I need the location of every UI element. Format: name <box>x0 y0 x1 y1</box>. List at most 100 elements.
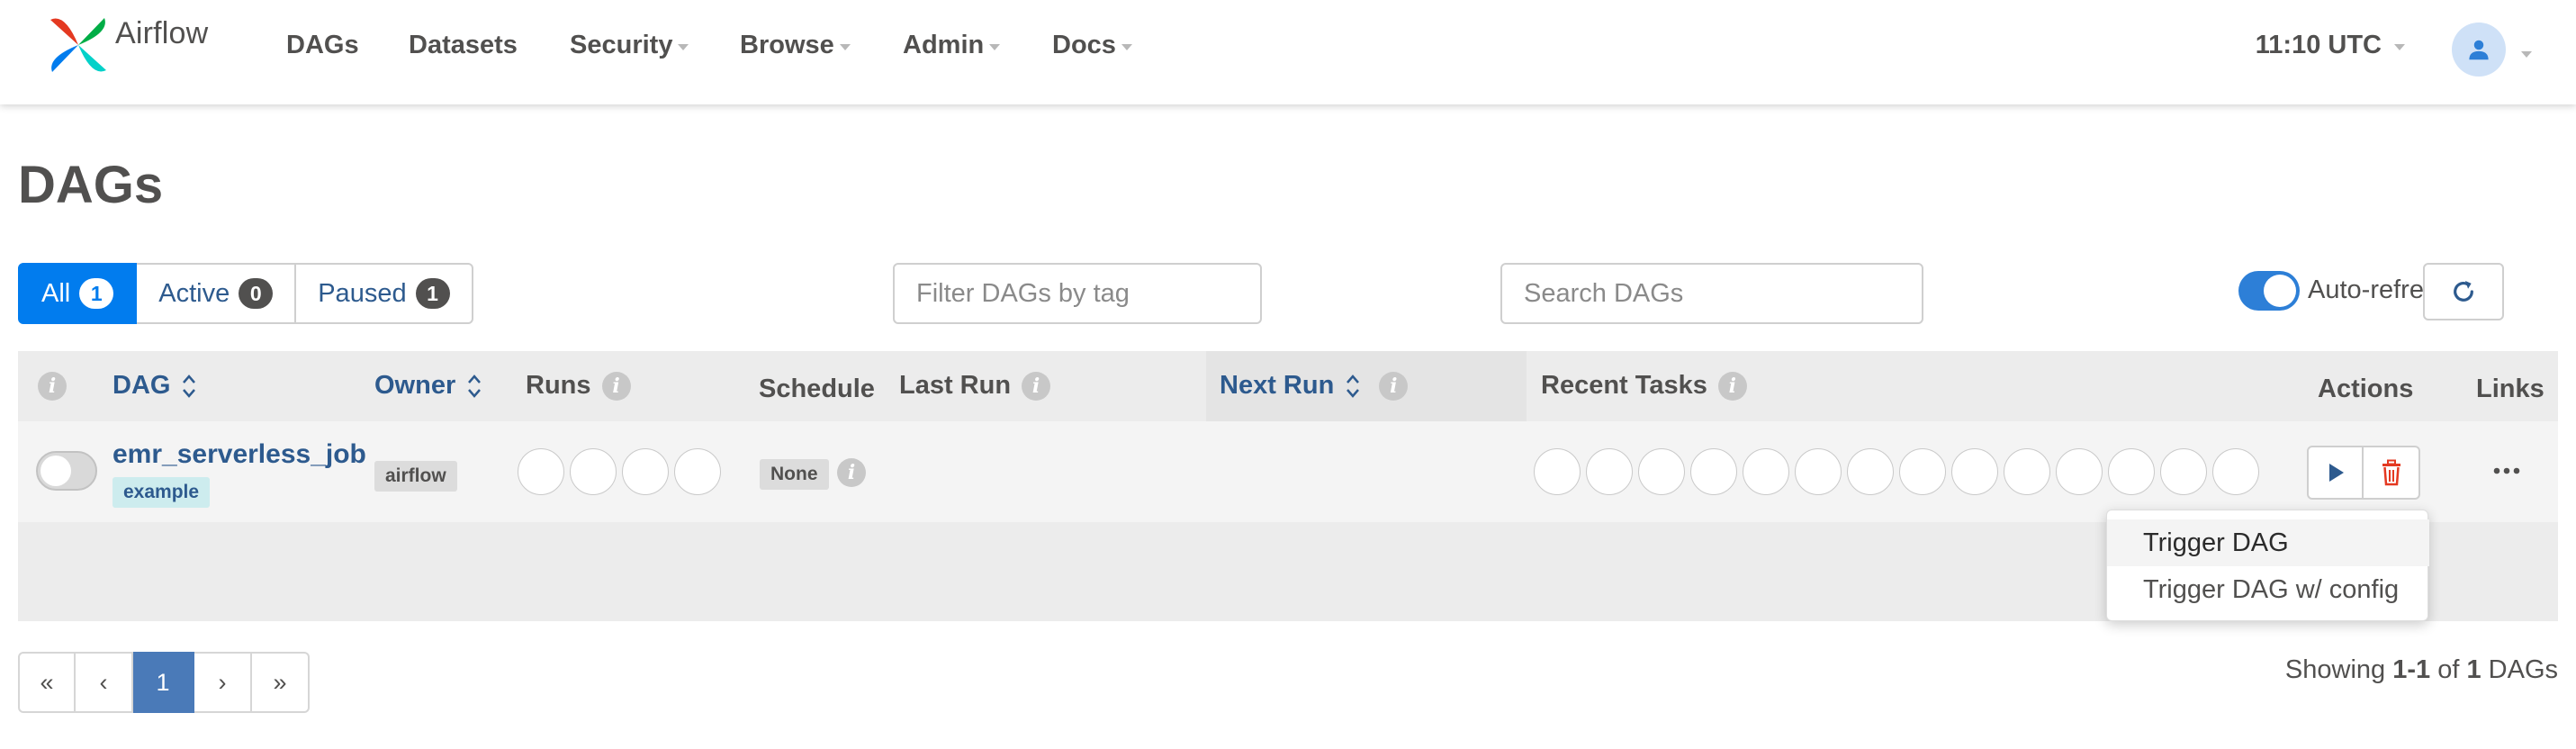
tag-filter-input[interactable] <box>893 263 1262 324</box>
showing-total: 1 <box>2466 655 2481 684</box>
delete-dag-button[interactable] <box>2364 446 2420 500</box>
dag-actions <box>2307 446 2420 500</box>
info-icon[interactable]: i <box>1379 371 1409 401</box>
nav-docs[interactable]: Docs <box>1052 31 1132 60</box>
column-header-label: Next Run <box>1220 371 1335 400</box>
refresh-button[interactable] <box>2423 263 2504 320</box>
status-tab-all[interactable]: All 1 <box>18 263 138 324</box>
dag-run-circle[interactable] <box>622 448 669 495</box>
caret-down-icon <box>839 44 851 50</box>
brand-logo-link[interactable]: Airflow <box>45 11 208 79</box>
column-header-label: Last Run <box>899 371 1012 400</box>
trigger-dag-menu: Trigger DAG Trigger DAG w/ config <box>2106 510 2429 621</box>
column-header-label: DAG <box>113 371 171 400</box>
auto-refresh-toggle[interactable] <box>2238 271 2300 311</box>
showing-prefix: Showing <box>2284 655 2386 684</box>
info-icon[interactable]: i <box>837 458 866 487</box>
search-dags-input[interactable] <box>1500 263 1923 324</box>
sort-icon <box>1345 373 1361 400</box>
task-status-circle[interactable] <box>2108 448 2155 495</box>
nav-datasets[interactable]: Datasets <box>409 31 518 60</box>
page-next-button[interactable]: › <box>194 652 252 713</box>
caret-down-icon <box>1121 44 1132 50</box>
task-status-circle[interactable] <box>1795 448 1842 495</box>
owner-badge[interactable]: airflow <box>374 461 457 492</box>
status-tab-label: All <box>41 278 71 308</box>
caret-down-icon <box>989 44 1001 50</box>
task-status-circle[interactable] <box>1899 448 1946 495</box>
page-first-button[interactable]: « <box>18 652 76 713</box>
caret-down-icon <box>2521 51 2532 58</box>
info-icon[interactable]: i <box>601 371 631 401</box>
task-status-circle[interactable] <box>2004 448 2050 495</box>
caret-down-icon <box>2394 44 2405 50</box>
nav-browse-label: Browse <box>740 31 834 59</box>
task-status-circle[interactable] <box>2160 448 2207 495</box>
user-avatar-button[interactable] <box>2452 23 2506 77</box>
task-status-circle[interactable] <box>2212 448 2259 495</box>
column-header-label: Recent Tasks <box>1541 371 1707 400</box>
column-header-links: Links <box>2476 374 2544 404</box>
column-header-last-run: Last Run i <box>899 371 1051 401</box>
task-status-circle[interactable] <box>1690 448 1737 495</box>
status-filter-group: All 1 Active 0 Paused 1 <box>18 263 473 324</box>
trigger-dag-button[interactable] <box>2307 446 2364 500</box>
status-tab-label: Active <box>158 278 230 308</box>
task-status-circle[interactable] <box>1534 448 1581 495</box>
task-status-circle[interactable] <box>1743 448 1789 495</box>
links-menu-button[interactable] <box>2484 457 2529 484</box>
showing-range: 1-1 <box>2392 655 2431 684</box>
task-status-circle[interactable] <box>1847 448 1894 495</box>
column-header-dag[interactable]: DAG <box>113 371 197 401</box>
menu-item-trigger-dag-config[interactable]: Trigger DAG w/ config <box>2107 566 2429 613</box>
dag-pause-toggle[interactable] <box>36 451 97 491</box>
dag-id-link[interactable]: emr_serverless_job <box>113 439 366 470</box>
showing-suffix: DAGs <box>2488 655 2558 684</box>
nav-datasets-label: Datasets <box>409 31 518 59</box>
menu-item-trigger-dag[interactable]: Trigger DAG <box>2107 519 2429 566</box>
column-header-owner[interactable]: Owner <box>374 371 482 401</box>
nav-dags[interactable]: DAGs <box>286 31 359 60</box>
status-tab-label: Paused <box>318 278 407 308</box>
sort-icon <box>181 373 197 400</box>
nav-admin[interactable]: Admin <box>903 31 1001 60</box>
info-icon[interactable]: i <box>1717 371 1747 401</box>
page-last-button[interactable]: » <box>252 652 310 713</box>
play-icon <box>2328 464 2344 482</box>
dag-tag[interactable]: example <box>113 477 211 508</box>
refresh-icon <box>2454 281 2473 302</box>
column-header-label: Owner <box>374 371 456 400</box>
nav-admin-label: Admin <box>903 31 985 59</box>
column-header-label: Links <box>2476 374 2544 403</box>
column-header-next-run[interactable]: Next Run i <box>1220 371 1409 401</box>
dag-run-circle[interactable] <box>570 448 617 495</box>
task-status-circle[interactable] <box>1586 448 1633 495</box>
info-icon[interactable]: i <box>38 372 67 401</box>
schedule-badge: None <box>760 459 829 490</box>
page-prev-button[interactable]: ‹ <box>76 652 133 713</box>
task-status-circle[interactable] <box>1638 448 1685 495</box>
nav-browse[interactable]: Browse <box>740 31 851 60</box>
current-time: 11:10 UTC <box>2255 31 2382 59</box>
status-tab-active[interactable]: Active 0 <box>137 263 297 324</box>
task-status-circle[interactable] <box>2056 448 2103 495</box>
toggle-knob <box>41 456 71 486</box>
nav-dags-label: DAGs <box>286 31 359 59</box>
task-status-circle[interactable] <box>1951 448 1998 495</box>
dag-run-circle[interactable] <box>518 448 564 495</box>
count-badge: 1 <box>79 278 114 309</box>
timezone-dropdown[interactable]: 11:10 UTC <box>2256 31 2405 60</box>
status-tab-paused[interactable]: Paused 1 <box>296 263 473 324</box>
trash-icon <box>2382 459 2400 486</box>
top-navbar: Airflow DAGs Datasets Security Browse Ad… <box>0 0 2576 104</box>
nav-security[interactable]: Security <box>570 31 689 60</box>
dag-run-circle[interactable] <box>674 448 721 495</box>
page-title: DAGs <box>18 156 164 214</box>
info-icon[interactable]: i <box>1022 371 1051 401</box>
ellipsis-icon <box>2493 467 2520 474</box>
nav-security-label: Security <box>570 31 673 59</box>
pagination: « ‹ 1 › » <box>18 652 310 713</box>
showing-count: Showing 1-1 of 1 DAGs <box>2285 655 2558 685</box>
column-header-recent-tasks: Recent Tasks i <box>1541 371 1747 401</box>
page-current-button[interactable]: 1 <box>133 652 194 713</box>
